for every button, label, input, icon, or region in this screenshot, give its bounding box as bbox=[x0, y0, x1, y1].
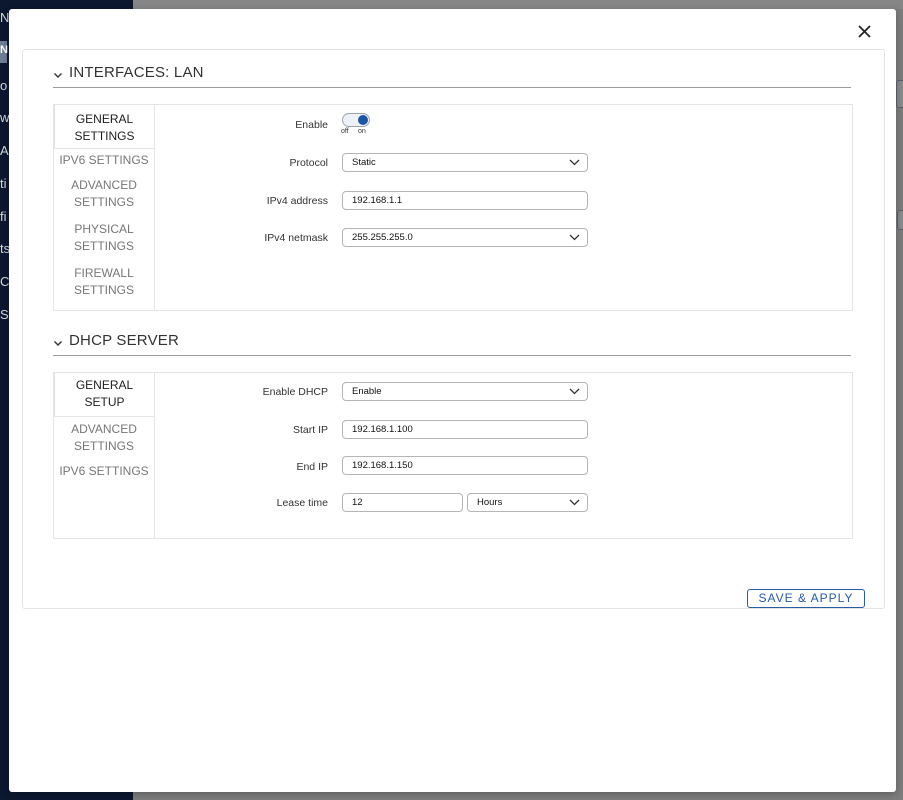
enable-dhcp-label: Enable DHCP bbox=[262, 386, 328, 398]
tab-dhcp-advanced-settings[interactable]: ADVANCED SETTINGS bbox=[54, 417, 154, 461]
chevron-down-icon bbox=[569, 388, 580, 395]
interfaces-section-title: INTERFACES: LAN bbox=[69, 64, 204, 81]
sidebar-fragment: S bbox=[0, 307, 9, 322]
sidebar-fragment: N bbox=[0, 44, 8, 56]
protocol-select[interactable]: Static bbox=[342, 153, 588, 172]
sidebar-fragment: o bbox=[0, 78, 8, 93]
tab-firewall-settings[interactable]: FIREWALL SETTINGS bbox=[54, 261, 154, 305]
lease-unit-select[interactable]: Hours bbox=[467, 493, 588, 512]
toggle-knob bbox=[358, 115, 368, 125]
enable-dhcp-select[interactable]: Enable bbox=[342, 382, 588, 401]
chevron-down-icon bbox=[54, 73, 62, 78]
ipv4-address-input[interactable]: 192.168.1.1 bbox=[342, 191, 588, 210]
enable-dhcp-value: Enable bbox=[352, 386, 382, 397]
enable-label: Enable bbox=[295, 119, 328, 131]
background-topbar bbox=[133, 0, 903, 9]
ipv4-netmask-select[interactable]: 255.255.255.0 bbox=[342, 228, 588, 247]
enable-toggle[interactable] bbox=[342, 113, 370, 127]
dhcp-tabbox: GENERAL SETUP ADVANCED SETTINGS IPV6 SET… bbox=[53, 372, 853, 539]
protocol-value: Static bbox=[352, 157, 376, 168]
protocol-label: Protocol bbox=[289, 157, 328, 169]
tab-general-setup[interactable]: GENERAL SETUP bbox=[54, 373, 154, 417]
end-ip-label: End IP bbox=[296, 461, 328, 473]
sidebar-fragment: ti bbox=[0, 176, 7, 191]
ipv4-netmask-label: IPv4 netmask bbox=[264, 232, 328, 244]
tab-advanced-settings[interactable]: ADVANCED SETTINGS bbox=[54, 173, 154, 217]
tab-ipv6-settings[interactable]: IPV6 SETTINGS bbox=[54, 149, 154, 173]
settings-panel: INTERFACES: LAN GENERAL SETTINGS IPV6 SE… bbox=[22, 49, 885, 609]
start-ip-label: Start IP bbox=[292, 424, 328, 436]
tab-dhcp-ipv6-settings[interactable]: IPV6 SETTINGS bbox=[54, 461, 154, 483]
end-ip-input[interactable]: 192.168.1.150 bbox=[342, 456, 588, 475]
interfaces-tabs: GENERAL SETTINGS IPV6 SETTINGS ADVANCED … bbox=[54, 105, 154, 305]
dhcp-section-title: DHCP SERVER bbox=[69, 332, 180, 349]
interfaces-tab-content: Enable off on Protocol Static IPv4 addre… bbox=[154, 105, 852, 310]
close-button[interactable] bbox=[854, 21, 874, 41]
sidebar-fragment: N bbox=[0, 10, 10, 25]
toggle-on-label: on bbox=[358, 128, 366, 135]
save-apply-button[interactable]: SAVE & APPLY bbox=[747, 589, 865, 608]
lease-time-input[interactable]: 12 bbox=[342, 493, 463, 512]
background-fragment bbox=[896, 80, 903, 108]
start-ip-input[interactable]: 192.168.1.100 bbox=[342, 420, 588, 439]
lease-time-label: Lease time bbox=[276, 497, 328, 509]
dhcp-tabs: GENERAL SETUP ADVANCED SETTINGS IPV6 SET… bbox=[54, 373, 154, 483]
chevron-down-icon bbox=[569, 159, 580, 166]
interfaces-section-header[interactable]: INTERFACES: LAN bbox=[53, 63, 851, 88]
lease-unit-value: Hours bbox=[477, 497, 503, 508]
interfaces-tabbox: GENERAL SETTINGS IPV6 SETTINGS ADVANCED … bbox=[53, 104, 853, 311]
chevron-down-icon bbox=[569, 234, 580, 241]
sidebar-fragment: C bbox=[0, 274, 10, 289]
chevron-down-icon bbox=[54, 341, 62, 346]
sidebar-fragment: w bbox=[0, 110, 10, 125]
tab-general-settings[interactable]: GENERAL SETTINGS bbox=[54, 105, 154, 149]
sidebar-fragment: fi bbox=[0, 209, 7, 224]
ipv4-netmask-value: 255.255.255.0 bbox=[352, 232, 413, 243]
dhcp-section-header[interactable]: DHCP SERVER bbox=[53, 331, 851, 356]
tab-physical-settings[interactable]: PHYSICAL SETTINGS bbox=[54, 217, 154, 261]
toggle-off-label: off bbox=[341, 128, 349, 135]
ipv4-address-label: IPv4 address bbox=[266, 195, 328, 207]
background-fragment bbox=[897, 210, 903, 230]
interface-modal: INTERFACES: LAN GENERAL SETTINGS IPV6 SE… bbox=[9, 9, 896, 792]
dhcp-tab-content: Enable DHCP Enable Start IP 192.168.1.10… bbox=[154, 373, 852, 538]
close-icon bbox=[857, 24, 871, 38]
chevron-down-icon bbox=[569, 499, 580, 506]
